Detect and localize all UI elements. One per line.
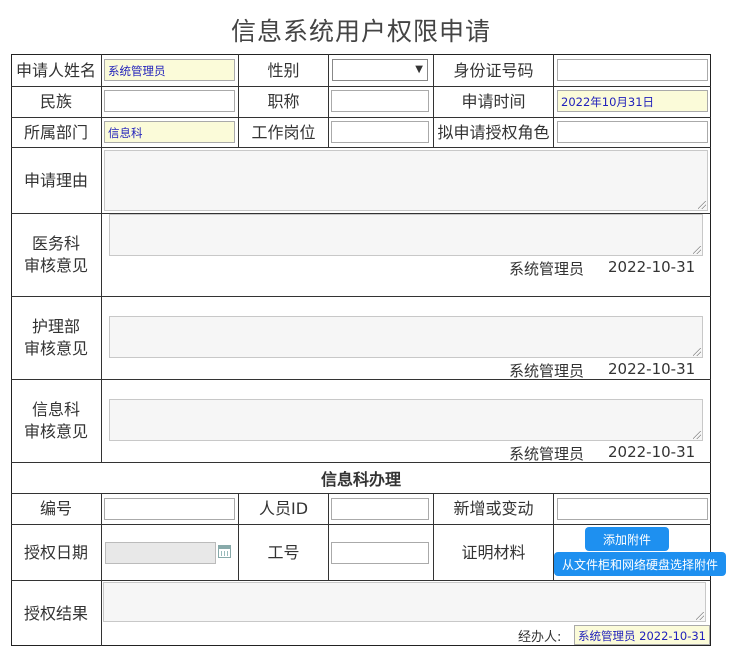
resize-grip-icon[interactable] [693, 431, 701, 439]
auth-date-label: 授权日期 [23, 542, 88, 562]
ethnic-label: 民族 [39, 92, 72, 111]
auth-date-field[interactable] [105, 542, 216, 564]
handler-field[interactable]: 系统管理员 2022-10-31 [574, 625, 710, 645]
apply-time-field[interactable]: 2022年10月31日 [557, 90, 708, 112]
review-label-line2: 审核意见 [23, 256, 88, 275]
reason-textarea[interactable] [104, 150, 708, 211]
auth-result-label: 授权结果 [23, 603, 88, 623]
person-id-field[interactable] [331, 498, 429, 520]
number-label: 编号 [39, 499, 72, 518]
review-date: 2022-10-31 [608, 443, 696, 461]
reason-label: 申请理由 [23, 170, 88, 190]
info-section-heading: 信息科办理 [320, 470, 401, 489]
review-label-line2: 审核意见 [23, 339, 88, 358]
review-label-line1: 护理部 [31, 317, 80, 336]
job-number-label: 工号 [267, 542, 300, 562]
job-title-label: 职称 [267, 92, 300, 111]
info-review-label: 信息科 审核意见 [11, 380, 101, 462]
chevron-down-icon: ▼ [415, 64, 423, 75]
choose-attachment-button[interactable]: 从文件柜和网络硬盘选择附件 [554, 552, 726, 576]
medical-review-label: 医务科 审核意见 [11, 214, 101, 296]
gender-select[interactable]: ▼ [332, 59, 428, 81]
department-label: 所属部门 [23, 122, 88, 142]
person-id-label: 人员ID [258, 499, 309, 518]
nursing-review-label: 护理部 审核意见 [11, 297, 101, 379]
role-field[interactable] [557, 121, 708, 143]
gender-label: 性别 [267, 60, 300, 80]
post-label: 工作岗位 [251, 122, 316, 142]
nursing-review-textarea[interactable] [109, 316, 703, 358]
info-review-textarea[interactable] [109, 399, 703, 441]
apply-time-label: 申请时间 [461, 92, 526, 111]
department-field[interactable]: 信息科 [104, 121, 235, 143]
medical-review-textarea[interactable] [109, 214, 703, 256]
review-label-line1: 医务科 [31, 234, 80, 253]
ethnic-field[interactable] [104, 90, 235, 112]
review-signer: 系统管理员 [509, 260, 585, 278]
review-date: 2022-10-31 [608, 360, 696, 378]
id-number-label: 身份证号码 [453, 60, 534, 80]
proof-label: 证明材料 [461, 542, 526, 562]
review-signer: 系统管理员 [509, 362, 585, 380]
resize-grip-icon[interactable] [693, 246, 701, 254]
job-title-field[interactable] [331, 90, 429, 112]
post-field[interactable] [331, 121, 429, 143]
review-label-line2: 审核意见 [23, 422, 88, 441]
number-field[interactable] [104, 498, 235, 520]
review-signer: 系统管理员 [509, 445, 585, 463]
resize-grip-icon[interactable] [693, 348, 701, 356]
applicant-name-field[interactable]: 系统管理员 [104, 59, 235, 81]
change-type-field[interactable] [557, 498, 708, 520]
review-date: 2022-10-31 [608, 258, 696, 276]
page-title: 信息系统用户权限申请 [230, 17, 491, 46]
calendar-icon[interactable] [218, 545, 231, 558]
role-label: 拟申请授权角色 [437, 122, 550, 142]
add-attachment-button[interactable]: 添加附件 [585, 527, 669, 551]
change-type-label: 新增或变动 [453, 499, 534, 518]
applicant-name-label: 申请人姓名 [15, 60, 96, 80]
handler-label: 经办人: [518, 630, 562, 645]
resize-grip-icon[interactable] [696, 612, 704, 620]
auth-result-textarea[interactable] [103, 582, 706, 622]
review-label-line1: 信息科 [31, 400, 80, 419]
job-number-field[interactable] [331, 542, 429, 564]
resize-grip-icon[interactable] [698, 201, 706, 209]
id-number-field[interactable] [557, 59, 708, 81]
